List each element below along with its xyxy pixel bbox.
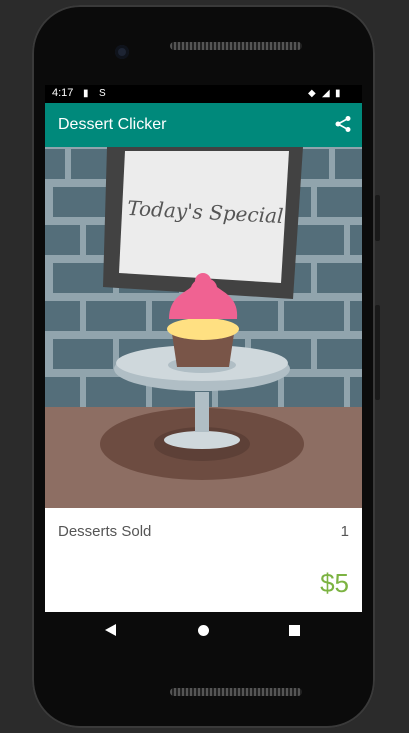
top-speaker <box>170 42 302 50</box>
desserts-sold-label: Desserts Sold <box>58 523 152 540</box>
status-time: 4:17 <box>52 87 74 99</box>
sd-card-icon: ▮ <box>83 88 89 99</box>
signal-icon: ◢ <box>322 88 330 99</box>
app-bar: Dessert Clicker <box>45 103 362 147</box>
share-icon[interactable] <box>334 115 352 133</box>
recents-icon[interactable] <box>289 625 300 636</box>
revenue-value: $5 <box>320 568 349 598</box>
front-camera <box>115 45 129 59</box>
back-icon[interactable] <box>105 624 116 636</box>
bottom-speaker <box>170 688 302 696</box>
app-title: Dessert Clicker <box>58 116 167 133</box>
home-icon[interactable] <box>198 625 209 636</box>
power-button <box>375 305 380 400</box>
dessert-scene: Today's Special <box>45 147 362 508</box>
wifi-icon: ◆ <box>308 88 316 99</box>
battery-icon: ▮ <box>335 88 341 99</box>
s-notification-icon: S <box>99 88 106 99</box>
volume-button <box>375 195 380 241</box>
sales-info-panel: Desserts Sold 1 $5 <box>45 508 362 612</box>
status-bar: 4:17 ▮ S ◆ ◢ ▮ <box>45 85 362 103</box>
navigation-bar <box>45 612 362 650</box>
desserts-sold-count: 1 <box>340 523 349 540</box>
